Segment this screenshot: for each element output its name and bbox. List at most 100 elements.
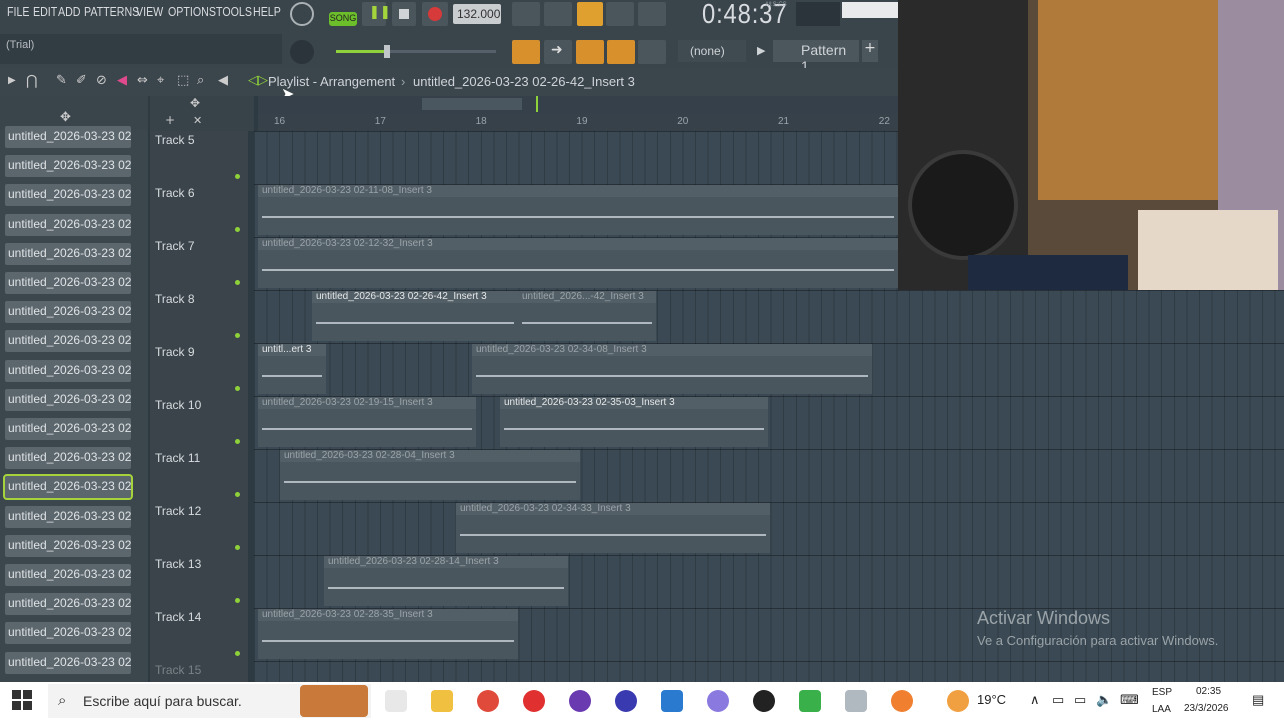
browser-item[interactable]: untitled_2026-03-23 02-... xyxy=(5,272,131,294)
audio-clip[interactable]: untitled_2026-03-23 02-34-08_Insert 3 xyxy=(472,344,872,394)
menu-arrow-icon[interactable]: ▶ xyxy=(8,75,16,86)
mixer-button[interactable] xyxy=(638,40,666,64)
menu-patterns[interactable]: PATTERNS xyxy=(84,4,139,19)
select-tool-icon[interactable]: ⬚ xyxy=(177,73,189,88)
piano-roll-button[interactable] xyxy=(576,40,604,64)
current-pattern-breadcrumb[interactable]: untitled_2026-03-23 02-26-42_Insert 3 xyxy=(413,74,635,89)
slip-tool-icon[interactable]: ⇔ xyxy=(137,73,148,88)
browser-item[interactable]: untitled_2026-03-23 02-... xyxy=(5,242,131,265)
stop-button[interactable] xyxy=(392,2,416,26)
weather-temperature[interactable]: 19°C xyxy=(977,692,1006,707)
record-button[interactable] xyxy=(422,2,448,26)
menu-tools[interactable]: TOOLS xyxy=(216,4,252,19)
browser-item[interactable]: untitled_2026-03-23 02- xyxy=(5,126,131,148)
delete-tool-icon[interactable]: ⊘ xyxy=(96,73,107,88)
wait-for-input-button[interactable] xyxy=(544,2,572,26)
chevron-up-icon[interactable]: ∧ xyxy=(1030,692,1040,708)
language-code[interactable]: ESP xyxy=(1152,687,1172,698)
browser-item[interactable]: untitled_2026-03-23 02-... xyxy=(5,447,131,470)
track-name[interactable]: Track 15 xyxy=(155,663,201,677)
audio-clip[interactable]: untitled_2026-03-23 02-12-32_Insert 3 xyxy=(258,238,898,288)
audio-clip[interactable]: untitled_2026-03-23 02-11-08_Insert 3 xyxy=(258,185,898,235)
browser-item[interactable]: untitled_2026-03-23 02-... xyxy=(5,593,131,616)
track-mute-led[interactable] xyxy=(235,174,240,179)
draw-tool-icon[interactable]: ✎ xyxy=(56,73,67,88)
audio-clip[interactable]: untitled_2026-03-23 02-26-42_Insert 3 xyxy=(312,291,518,341)
app-gray-icon[interactable] xyxy=(845,690,867,712)
menu-help[interactable]: HELP xyxy=(253,4,281,19)
notifications-icon[interactable]: ▤ xyxy=(1252,692,1264,708)
snap-selector[interactable]: (none) xyxy=(678,40,746,62)
menu-view[interactable]: VIEW xyxy=(136,4,163,19)
browser-item[interactable]: untitled_2026-03-23 02-... xyxy=(5,418,131,440)
volume-icon[interactable]: 🔈 xyxy=(1096,692,1112,708)
chrome-icon[interactable] xyxy=(477,690,499,712)
settings-icon[interactable] xyxy=(707,690,729,712)
add-pattern-button[interactable]: + xyxy=(862,40,878,62)
track-name[interactable]: Track 8 xyxy=(155,292,195,306)
master-volume-slider[interactable] xyxy=(336,45,496,58)
overview-bar[interactable] xyxy=(258,96,898,114)
loop-record-button[interactable] xyxy=(638,2,666,26)
playlist-window-button[interactable] xyxy=(512,40,540,64)
battery-icon[interactable]: ▭ xyxy=(1074,692,1086,708)
track-mute-led[interactable] xyxy=(235,227,240,232)
audio-clip[interactable]: untitled_2026-03-23 02-28-14_Insert 3 xyxy=(324,556,568,606)
browser-item[interactable]: untitled_2026-03-23 02-... xyxy=(5,651,131,674)
track-mute-led[interactable] xyxy=(235,598,240,603)
audio-clip[interactable]: untitled_2026-03-23 02-28-35_Insert 3 xyxy=(258,609,518,659)
track-name[interactable]: Track 6 xyxy=(155,186,195,200)
track-mute-led[interactable] xyxy=(235,651,240,656)
browser-item[interactable]: untitled_2026-03-23 02-... xyxy=(5,330,131,353)
playback-tool-icon[interactable]: ◀ xyxy=(218,73,228,88)
channel-rack-button[interactable]: ➜ xyxy=(544,40,572,64)
browser-item[interactable]: untitled_2026-03-23 02-... xyxy=(3,474,133,501)
mute-tool-icon[interactable]: ◀ xyxy=(117,73,127,88)
track-mute-led[interactable] xyxy=(235,545,240,550)
add-track-icon[interactable]: + xyxy=(165,113,175,127)
windows-start-icon[interactable] xyxy=(12,690,32,710)
song-mode-toggle[interactable]: SONG xyxy=(329,12,357,26)
audio-clip[interactable]: untitled_2026-03-23 02-28-04_Insert 3 xyxy=(280,450,580,500)
clock-time[interactable]: 02:35 xyxy=(1196,686,1221,697)
audio-clip[interactable]: untitled_2026-03-23 02-19-15_Insert 3 xyxy=(258,397,476,447)
audio-clip[interactable]: untitled_2026-03-23 02-34-33_Insert 3 xyxy=(456,503,770,553)
browser-mode-icon[interactable]: ✥ xyxy=(60,110,71,125)
track-name[interactable]: Track 7 xyxy=(155,239,195,253)
app-blue-icon[interactable] xyxy=(615,690,637,712)
metronome-button[interactable] xyxy=(512,2,540,26)
browser-item[interactable]: untitled_2026-03-23 02-... xyxy=(5,213,131,236)
track-mute-led[interactable] xyxy=(235,333,240,338)
close-icon[interactable]: ✕ xyxy=(193,114,202,127)
fl-studio-icon[interactable] xyxy=(891,690,913,712)
browser-item[interactable]: untitled_2026-03-23 02-... xyxy=(5,388,131,411)
track-name[interactable]: Track 14 xyxy=(155,610,201,624)
master-pitch-knob-icon[interactable] xyxy=(290,40,314,64)
slice-tool-icon[interactable]: ⌖ xyxy=(157,73,164,88)
browser-item[interactable]: untitled_2026-03-23 02-... xyxy=(5,359,131,382)
network-icon[interactable]: ▭ xyxy=(1052,692,1064,708)
app-black-icon[interactable] xyxy=(753,690,775,712)
link-button[interactable] xyxy=(607,40,635,64)
play-button[interactable]: ❚❚ xyxy=(362,2,391,26)
master-volume-knob-icon[interactable] xyxy=(290,2,314,26)
track-name[interactable]: Track 13 xyxy=(155,557,201,571)
file-explorer-icon[interactable] xyxy=(431,690,453,712)
audio-clip[interactable]: untitled_2026-03-23 02-35-03_Insert 3 xyxy=(500,397,768,447)
audio-clip[interactable]: untitl...ert 3 xyxy=(258,344,326,394)
tempo-display[interactable]: 132.000 xyxy=(453,4,501,24)
app-green-icon[interactable] xyxy=(799,690,821,712)
track-name[interactable]: Track 5 xyxy=(155,133,195,147)
browser-item[interactable]: untitled_2026-03-23 02-... xyxy=(5,301,131,324)
track-name[interactable]: Track 10 xyxy=(155,398,201,412)
shield-icon[interactable] xyxy=(661,690,683,712)
menu-edit[interactable]: EDIT xyxy=(33,4,57,19)
browser-item[interactable]: untitled_2026-03-23 02-... xyxy=(5,155,131,178)
menu-file[interactable]: FILE xyxy=(7,4,30,19)
magnet-icon[interactable]: ⋂ xyxy=(26,73,37,89)
browser-item[interactable]: untitled_2026-03-23 02-... xyxy=(5,184,131,207)
app-purple-icon[interactable] xyxy=(569,690,591,712)
clock-date[interactable]: 23/3/2026 xyxy=(1184,703,1229,714)
opera-icon[interactable] xyxy=(523,690,545,712)
browser-item[interactable]: untitled_2026-03-23 02-... xyxy=(5,534,131,557)
